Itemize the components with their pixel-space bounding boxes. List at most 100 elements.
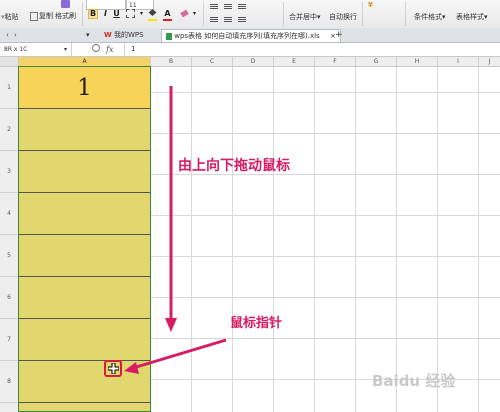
zoom-search-icon[interactable] [92,44,100,52]
copy-icon [30,11,38,21]
row-header-2[interactable]: 2 [0,109,19,151]
row-label: 1 [7,84,11,91]
column-label: F [333,58,337,65]
formula-input[interactable]: 1 [124,43,500,56]
auto-wrap-label: 自动换行 [329,13,357,21]
merge-center-button[interactable]: 合并居中▾ [289,12,321,22]
paste-button[interactable]: ▾粘贴 [1,12,19,22]
align-center-button[interactable] [224,2,233,11]
cell-a9[interactable] [19,403,150,412]
column-label: E [292,58,296,65]
fill-cross-cursor-icon [107,362,120,377]
column-header-i[interactable]: I [438,57,479,67]
select-all-corner[interactable] [0,57,19,67]
name-box[interactable]: 8R x 1C ▾ [0,43,72,56]
column-label: H [414,58,420,65]
align-bottom-icon [238,17,246,18]
row-header-3[interactable]: 3 [0,151,19,193]
formula-value: 1 [131,45,136,53]
row-header-7[interactable]: 7 [0,319,19,361]
italic-button[interactable]: I [101,9,110,18]
align-middle-button[interactable] [224,15,233,24]
table-style-button[interactable]: 表格样式▾ [456,12,488,22]
align-middle-icon [224,17,232,18]
row-label: 3 [7,168,11,175]
column-header-c[interactable]: C [192,57,233,67]
align-top-button[interactable] [210,15,219,24]
border-icon [126,9,135,18]
cell-a2[interactable] [19,109,150,151]
tab-file[interactable]: wps表格 如何自动填充序列(填充序列在哪).xls × [161,29,341,42]
chevron-right-icon: › [14,31,17,39]
forward-button[interactable]: › [10,29,21,41]
column-label: B [168,58,174,65]
row-header-1[interactable]: 1 [0,67,19,109]
auto-wrap-button[interactable]: 自动换行 [329,12,357,22]
align-left-button[interactable] [210,2,219,11]
cell-a3[interactable] [19,151,150,193]
clear-format-dropdown-icon[interactable]: ▾ [190,9,199,18]
row-label: 6 [7,294,11,301]
cell-a4[interactable] [19,193,150,235]
cell-a1[interactable]: 1 [19,67,150,109]
clear-format-button[interactable] [180,9,189,18]
column-header-f[interactable]: F [315,57,356,67]
column-header-d[interactable]: D [233,57,274,67]
row-header-8[interactable]: 8 [0,361,19,403]
cell-a6[interactable] [19,277,150,319]
font-size-value: 11 [129,2,137,9]
table-style-dropdown-icon: ▾ [484,13,488,21]
border-button[interactable] [126,9,135,18]
grid-lines [151,67,500,412]
cell-a1-value: 1 [77,75,92,101]
ribbon-separator [405,2,406,26]
underline-label: U [113,9,120,18]
row-header-6[interactable]: 6 [0,277,19,319]
fill-color-icon [148,9,157,16]
eraser-icon [180,9,189,18]
align-bottom-button[interactable] [238,15,247,24]
ribbon-separator [203,2,204,26]
border-dropdown-icon[interactable]: ▾ [137,9,146,18]
row-header-9[interactable] [0,403,19,412]
conditional-format-dropdown-icon: ▾ [442,13,446,21]
tab-list-button[interactable]: ▾ [82,29,94,41]
row-label: 4 [7,210,11,217]
column-header-j[interactable]: J [479,57,500,67]
table-style-label: 表格样式 [456,13,484,21]
format-painter-label: 格式刷 [55,12,76,20]
cell-a7[interactable] [19,319,150,361]
column-header-a[interactable]: A [19,57,151,67]
cell-a5[interactable] [19,235,150,277]
fill-color-button[interactable] [148,9,157,21]
format-painter-button[interactable]: 格式刷 [55,0,76,21]
tab-my-wps[interactable]: W 我的WPS [100,29,148,41]
column-header-g[interactable]: G [356,57,397,67]
column-label: G [373,58,379,65]
format-painter-icon [61,0,70,8]
row-header-4[interactable]: 4 [0,193,19,235]
ribbon-toolbar: ▾粘贴 复制 格式刷 11 B I U ▾ A ▾ 合并居中▾ 自动换行 ¥ 条… [0,0,500,29]
wps-logo-icon: W [104,31,112,39]
font-color-icon: A [164,9,171,18]
align-right-button[interactable] [238,2,247,11]
cell-a8[interactable] [19,361,150,403]
align-right-icon [238,4,246,5]
number-format-icon[interactable]: ¥ [368,1,373,9]
new-tab-button[interactable]: + [331,29,347,41]
font-color-button[interactable]: A [163,9,172,21]
column-header-e[interactable]: E [274,57,315,67]
drag-instruction-text: 由上向下拖动鼠标 [178,158,290,174]
conditional-format-button[interactable]: 条件格式▾ [414,12,446,22]
row-header-5[interactable]: 5 [0,235,19,277]
bold-button[interactable]: B [88,9,98,19]
copy-label: 复制 [39,12,53,20]
fx-button[interactable]: fx [106,43,113,56]
conditional-format-label: 条件格式 [414,13,442,21]
align-center-icon [224,4,232,5]
underline-button[interactable]: U [112,9,121,18]
copy-button[interactable]: 复制 [30,11,53,21]
tab-file-label: wps表格 如何自动填充序列(填充序列在哪).xls [174,32,320,40]
column-header-h[interactable]: H [397,57,438,67]
column-header-b[interactable]: B [151,57,192,67]
